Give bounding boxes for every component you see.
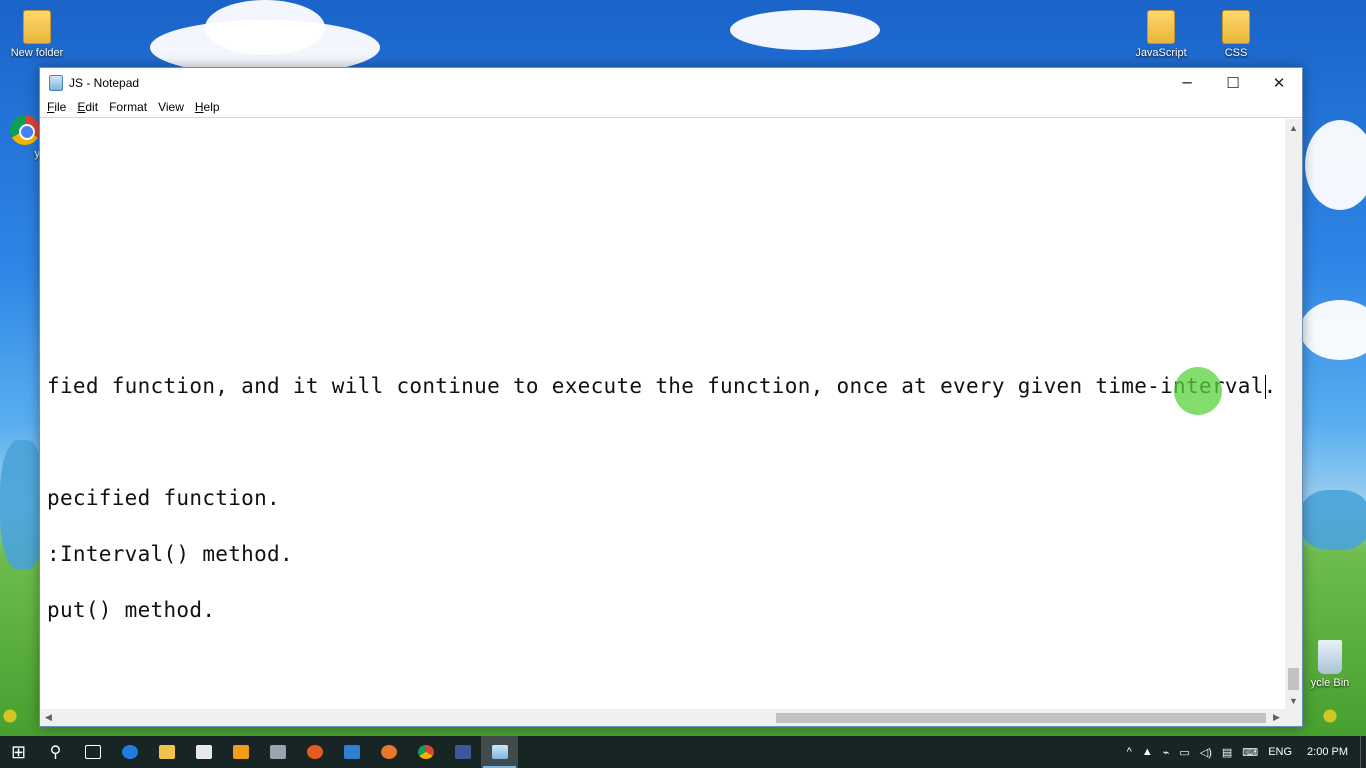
folder-icon (23, 10, 51, 44)
vertical-scrollbar[interactable]: ▲ ▼ (1285, 119, 1302, 709)
store-icon (195, 745, 212, 759)
menu-view[interactable]: View (153, 100, 189, 114)
facebook-icon (454, 745, 471, 759)
desktop-icon-javascript[interactable]: JavaScript (1126, 10, 1196, 59)
title-bar[interactable]: JS - Notepad ─ ☐ ✕ (40, 68, 1302, 97)
start-button[interactable]: ⊞ (0, 736, 37, 768)
scroll-down-arrow[interactable]: ▼ (1285, 692, 1302, 709)
tray-chevron-icon[interactable]: ^ (1122, 736, 1137, 768)
lake (1300, 490, 1366, 550)
taskbar-notepad[interactable] (481, 736, 518, 768)
notepad-icon (491, 745, 508, 759)
text-caret (1265, 375, 1266, 399)
folder-icon (1222, 10, 1250, 44)
taskbar-paint[interactable] (370, 736, 407, 768)
cloud (1305, 120, 1366, 210)
fox-icon (306, 745, 323, 759)
volume-icon[interactable]: ◁) (1195, 736, 1217, 768)
desktop-icon-css[interactable]: CSS (1201, 10, 1271, 59)
cloud (1300, 300, 1366, 360)
horizontal-scrollbar[interactable]: ◀ ▶ (40, 709, 1285, 726)
keyboard-icon[interactable]: ⌨ (1237, 736, 1263, 768)
action-center-icon[interactable]: ▤ (1217, 736, 1237, 768)
desktop-icon-label: New folder (10, 47, 64, 59)
close-button[interactable]: ✕ (1256, 68, 1302, 97)
menu-label: ile (54, 100, 67, 114)
media-player-icon (232, 745, 249, 759)
mouse-cursor-highlight (1174, 367, 1222, 415)
desktop-icon-recycle-bin[interactable]: ycle Bin (1300, 640, 1360, 689)
text-editor[interactable]: fied function, and it will continue to e… (40, 119, 1285, 709)
folder-icon (158, 745, 175, 759)
horizontal-scroll-thumb[interactable] (776, 713, 1266, 723)
window-controls: ─ ☐ ✕ (1164, 68, 1302, 97)
taskbar: ⊞ ⚲ ^ ▲ ⌁ ▭ ◁) ▤ ⌨ ENG 2:00 PM (0, 736, 1366, 768)
desktop-icon-label: JavaScript (1135, 47, 1187, 59)
chrome-icon (10, 115, 40, 145)
taskbar-file-explorer[interactable] (148, 736, 185, 768)
taskbar-video-editor[interactable] (259, 736, 296, 768)
editor-line: :Interval() method. (47, 542, 293, 566)
notepad-icon (49, 74, 63, 91)
menu-edit[interactable]: Edit (72, 100, 103, 114)
folder-icon (1147, 10, 1175, 44)
desktop-icon-label: ycle Bin (1310, 677, 1350, 689)
vlc-icon[interactable]: ▲ (1137, 736, 1158, 768)
window-title: JS - Notepad (69, 75, 140, 90)
recycle-bin-icon (1318, 640, 1342, 674)
language-indicator[interactable]: ENG (1263, 736, 1297, 768)
system-tray: ^ ▲ ⌁ ▭ ◁) ▤ ⌨ ENG 2:00 PM (1122, 736, 1366, 768)
show-desktop-button[interactable] (1360, 736, 1366, 768)
notepad-window: JS - Notepad ─ ☐ ✕ File Edit Format View… (39, 67, 1303, 727)
desktop-icon-chrome[interactable]: y (0, 115, 40, 160)
menu-label: dit (85, 100, 99, 114)
paint-splash-icon (380, 745, 397, 759)
taskbar-facebook[interactable] (444, 736, 481, 768)
taskbar-edge[interactable] (111, 736, 148, 768)
menu-help[interactable]: Help (190, 100, 225, 114)
menu-label: elp (203, 100, 220, 114)
menu-format[interactable]: Format (104, 100, 152, 114)
menu-file[interactable]: File (42, 100, 71, 114)
editor-line: put() method. (47, 598, 216, 622)
mail-icon (343, 745, 360, 759)
scroll-left-arrow[interactable]: ◀ (40, 709, 57, 726)
menu-label: Format (109, 100, 148, 114)
menu-label: View (158, 100, 184, 114)
size-grip[interactable] (1285, 709, 1302, 726)
scroll-right-arrow[interactable]: ▶ (1268, 709, 1285, 726)
power-plug-icon[interactable]: ⌁ (1158, 736, 1175, 768)
editor-line: pecified function. (47, 486, 280, 510)
menu-bar: File Edit Format View Help (40, 97, 1302, 118)
search-button[interactable]: ⚲ (37, 736, 74, 768)
task-view-icon (84, 745, 101, 759)
network-icon[interactable]: ▭ (1174, 736, 1194, 768)
task-view-button[interactable] (74, 736, 111, 768)
chrome-icon (417, 745, 434, 759)
taskbar-outlook[interactable] (333, 736, 370, 768)
edge-icon (121, 745, 138, 759)
scroll-up-arrow[interactable]: ▲ (1285, 119, 1302, 136)
cloud (730, 10, 880, 50)
desktop-icon-new-folder[interactable]: New folder (2, 10, 72, 59)
menu-accel: H (194, 100, 204, 114)
editor-line: fied function, and it will continue to e… (47, 374, 1277, 398)
taskbar-firefox[interactable] (296, 736, 333, 768)
clock[interactable]: 2:00 PM (1297, 746, 1360, 758)
desktop-icon-label: CSS (1224, 47, 1248, 59)
taskbar-store[interactable] (185, 736, 222, 768)
taskbar-chrome[interactable] (407, 736, 444, 768)
clapperboard-icon (269, 745, 286, 759)
minimize-button[interactable]: ─ (1164, 68, 1210, 97)
cloud (205, 0, 325, 55)
maximize-button[interactable]: ☐ (1210, 68, 1256, 97)
vertical-scroll-thumb[interactable] (1288, 668, 1299, 690)
taskbar-media-player[interactable] (222, 736, 259, 768)
